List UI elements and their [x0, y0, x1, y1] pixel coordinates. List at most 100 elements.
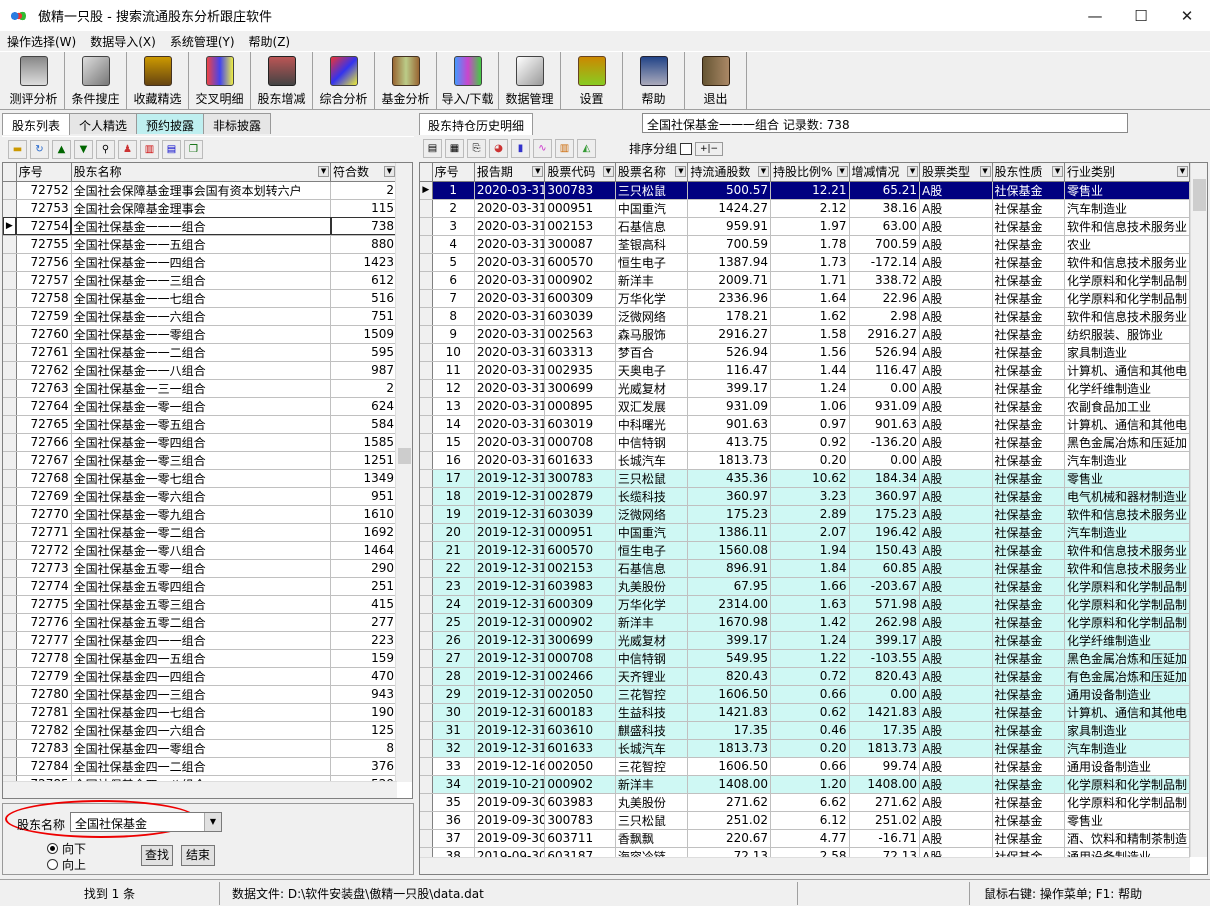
- scroll-thumb[interactable]: [398, 448, 411, 464]
- area-chart-icon[interactable]: ◭: [577, 139, 596, 158]
- table-row[interactable]: ▶ 72754 全国社保基金一一一组合 738: [3, 217, 397, 236]
- table-row[interactable]: 72765 全国社保基金一零五组合 584: [3, 415, 397, 434]
- sort-group-checkbox[interactable]: [680, 142, 693, 155]
- toolbar-condition-search-button[interactable]: 条件搜庄: [65, 52, 127, 109]
- table-row[interactable]: 72781 全国社保基金四一七组合 190: [3, 703, 397, 722]
- col-header-change[interactable]: 增减情况 ▼: [849, 163, 921, 182]
- table-row[interactable]: 23 2019-12-31 603983 丸美股份 67.95 1.66 -203.67 A股…: [420, 577, 1190, 596]
- right-horizontal-scrollbar[interactable]: [420, 857, 1190, 874]
- table-row[interactable]: 72762 全国社保基金一一八组合 987: [3, 361, 397, 380]
- toolbar-favorites-button[interactable]: 收藏精选: [127, 52, 189, 109]
- table-row[interactable]: 72766 全国社保基金一零四组合 1585: [3, 433, 397, 452]
- table-row[interactable]: 20 2019-12-31 000951 中国重汽 1386.11 2.07 196.42 A…: [420, 523, 1190, 542]
- table-row[interactable]: ▶ 1 2020-03-31 300783 三只松鼠 500.57 12.21 65.21 A股…: [420, 181, 1190, 200]
- table-row[interactable]: 33 2019-12-16 002050 三花智控 1606.50 0.66 99.74 A股…: [420, 757, 1190, 776]
- maximize-button[interactable]: ☐: [1118, 0, 1164, 31]
- table-row[interactable]: 36 2019-09-30 300783 三只松鼠 251.02 6.12 251.02 A股…: [420, 811, 1190, 830]
- table-row[interactable]: 72770 全国社保基金一零九组合 1610: [3, 505, 397, 524]
- table-row[interactable]: 31 2019-12-31 603610 麒盛科技 17.35 0.46 17.35 A股 社保…: [420, 721, 1190, 740]
- table-row[interactable]: 72755 全国社保基金一一五组合 880: [3, 235, 397, 254]
- toolbar-help-button[interactable]: 帮助: [623, 52, 685, 109]
- table-row[interactable]: 26 2019-12-31 300699 光威复材 399.17 1.24 399.17 A股…: [420, 631, 1190, 650]
- table-row[interactable]: 72768 全国社保基金一零七组合 1349: [3, 469, 397, 488]
- filter-dropdown-icon[interactable]: ▼: [384, 166, 395, 177]
- menu-import[interactable]: 数据导入(X): [83, 33, 163, 50]
- chevron-down-icon[interactable]: ▼: [204, 813, 221, 831]
- table-row[interactable]: 72783 全国社保基金四一零组合 8: [3, 739, 397, 758]
- col-header-match-count[interactable]: 符合数 ▼: [330, 163, 397, 182]
- table-row[interactable]: 5 2020-03-31 600570 恒生电子 1387.94 1.73 -172.14 A…: [420, 253, 1190, 272]
- table-row[interactable]: 9 2020-03-31 002563 森马服饰 2916.27 1.58 2916.27 A…: [420, 325, 1190, 344]
- line-icon[interactable]: ∿: [533, 139, 552, 158]
- tab-holding-history[interactable]: 股东持仓历史明细: [419, 113, 534, 135]
- table-row[interactable]: 8 2020-03-31 603039 泛微网络 178.21 1.62 2.98 A股 社保基…: [420, 307, 1190, 326]
- people-icon[interactable]: ♟: [118, 139, 137, 159]
- col-header-index[interactable]: 序号: [432, 163, 475, 182]
- binoculars-icon[interactable]: ⚲: [96, 139, 115, 159]
- scroll-thumb[interactable]: [1193, 179, 1206, 211]
- tab-personal-picks[interactable]: 个人精选: [69, 113, 138, 134]
- table-row[interactable]: 29 2019-12-31 002050 三花智控 1606.50 0.66 0.00 A股社…: [420, 685, 1190, 704]
- table-row[interactable]: 19 2019-12-31 603039 泛微网络 175.23 2.89 175.23 A股…: [420, 505, 1190, 524]
- toolbar-cross-detail-button[interactable]: 交叉明细: [189, 52, 251, 109]
- filter-dropdown-icon[interactable]: ▼: [602, 166, 614, 177]
- table-row[interactable]: 2 2020-03-31 000951 中国重汽 1424.27 2.12 38.16 A股社…: [420, 199, 1190, 218]
- left-vertical-scrollbar[interactable]: [395, 163, 412, 782]
- table-row[interactable]: 15 2020-03-31 000708 中信特钢 413.75 0.92 -136.20 A…: [420, 433, 1190, 452]
- table-row[interactable]: 6 2020-03-31 000902 新洋丰 2009.71 1.71 338.72 A股社…: [420, 271, 1190, 290]
- table-icon[interactable]: ▤: [423, 139, 442, 158]
- table-row[interactable]: 14 2020-03-31 603019 中科曙光 901.63 0.97 901.63 A股…: [420, 415, 1190, 434]
- filter-dropdown-icon[interactable]: ▼: [757, 166, 769, 177]
- table-row[interactable]: 72782 全国社保基金四一六组合 125: [3, 721, 397, 740]
- table-row[interactable]: 72756 全国社保基金一一四组合 1423: [3, 253, 397, 272]
- table-row[interactable]: 13 2020-03-31 000895 双汇发展 931.09 1.06 931.09 A股…: [420, 397, 1190, 416]
- arrow-up-icon[interactable]: ▲: [52, 139, 71, 159]
- table-row[interactable]: 72752 全国社会保障基金理事会国有资本划转六户 2: [3, 181, 397, 200]
- table-row[interactable]: 3 2020-03-31 002153 石基信息 959.91 1.97 63.00 A股 社保…: [420, 217, 1190, 236]
- table-row[interactable]: 72764 全国社保基金一零一组合 624: [3, 397, 397, 416]
- table-row[interactable]: 32 2019-12-31 601633 长城汽车 1813.73 0.20 1813.73…: [420, 739, 1190, 758]
- table-row[interactable]: 17 2019-12-31 300783 三只松鼠 435.36 10.62 184.34 A…: [420, 469, 1190, 488]
- col-header-float-shares[interactable]: 持流通股数 ▼: [687, 163, 771, 182]
- end-button[interactable]: 结束: [181, 845, 215, 866]
- table-row[interactable]: 72772 全国社保基金一零八组合 1464: [3, 541, 397, 560]
- tab-holder-list[interactable]: 股东列表: [2, 113, 71, 135]
- table-row[interactable]: 24 2019-12-31 600309 万华化学 2314.00 1.63 571.98 A…: [420, 595, 1190, 614]
- col-header-industry[interactable]: 行业类别 ▼: [1064, 163, 1190, 182]
- find-button[interactable]: 查找: [141, 845, 173, 866]
- col-header-stock-type[interactable]: 股票类型 ▼: [919, 163, 993, 182]
- minimize-button[interactable]: —: [1072, 0, 1118, 31]
- table-row[interactable]: 28 2019-12-31 002466 天齐锂业 820.43 0.72 820.43 A股…: [420, 667, 1190, 686]
- toolbar-holder-change-button[interactable]: 股东增减: [251, 52, 313, 109]
- table-row[interactable]: 4 2020-03-31 300087 荃银高科 700.59 1.78 700.59 A股社…: [420, 235, 1190, 254]
- table-row[interactable]: 72759 全国社保基金一一六组合 751: [3, 307, 397, 326]
- table-row[interactable]: 72757 全国社保基金一一三组合 612: [3, 271, 397, 290]
- table-row[interactable]: 72771 全国社保基金一零二组合 1692: [3, 523, 397, 542]
- table-row[interactable]: 18 2019-12-31 002879 长缆科技 360.97 3.23 360.97 A股…: [420, 487, 1190, 506]
- toolbar-import-download-button[interactable]: 导入/下载: [437, 52, 499, 109]
- chart-icon[interactable]: ▥: [140, 139, 159, 159]
- open-folder-icon[interactable]: ▬: [8, 139, 27, 159]
- table-row[interactable]: 72758 全国社保基金一一七组合 516: [3, 289, 397, 308]
- filter-dropdown-icon[interactable]: ▼: [907, 166, 919, 177]
- toolbar-exit-button[interactable]: 退出: [685, 52, 747, 109]
- table-row[interactable]: 72763 全国社保基金一三一组合 2: [3, 379, 397, 398]
- table-row[interactable]: 72769 全国社保基金一零六组合 951: [3, 487, 397, 506]
- toolbar-data-manage-button[interactable]: 数据管理: [499, 52, 561, 109]
- table-row[interactable]: 72775 全国社保基金五零三组合 415: [3, 595, 397, 614]
- table-row[interactable]: 72776 全国社保基金五零二组合 277: [3, 613, 397, 632]
- col-header-holder-type[interactable]: 股东性质 ▼: [992, 163, 1066, 182]
- filter-dropdown-icon[interactable]: ▼: [318, 166, 330, 177]
- close-button[interactable]: ✕: [1164, 0, 1210, 31]
- table-row[interactable]: 11 2020-03-31 002935 天奥电子 116.47 1.44 116.47 A股…: [420, 361, 1190, 380]
- radio-up[interactable]: 向上: [47, 856, 86, 873]
- col-header-hold-ratio[interactable]: 持股比例% ▼: [770, 163, 850, 182]
- table-row[interactable]: 27 2019-12-31 000708 中信特钢 549.95 1.22 -103.55 A…: [420, 649, 1190, 668]
- export-icon[interactable]: ⎘: [467, 139, 486, 158]
- filter-dropdown-icon[interactable]: ▼: [675, 166, 687, 177]
- col-header-report-date[interactable]: 报告期 ▼: [474, 163, 546, 182]
- table-row[interactable]: 25 2019-12-31 000902 新洋丰 1670.98 1.42 262.98 A股…: [420, 613, 1190, 632]
- menu-operation[interactable]: 操作选择(W): [0, 33, 83, 50]
- filter-dropdown-icon[interactable]: ▼: [1177, 166, 1188, 177]
- toolbar-settings-button[interactable]: 设置: [561, 52, 623, 109]
